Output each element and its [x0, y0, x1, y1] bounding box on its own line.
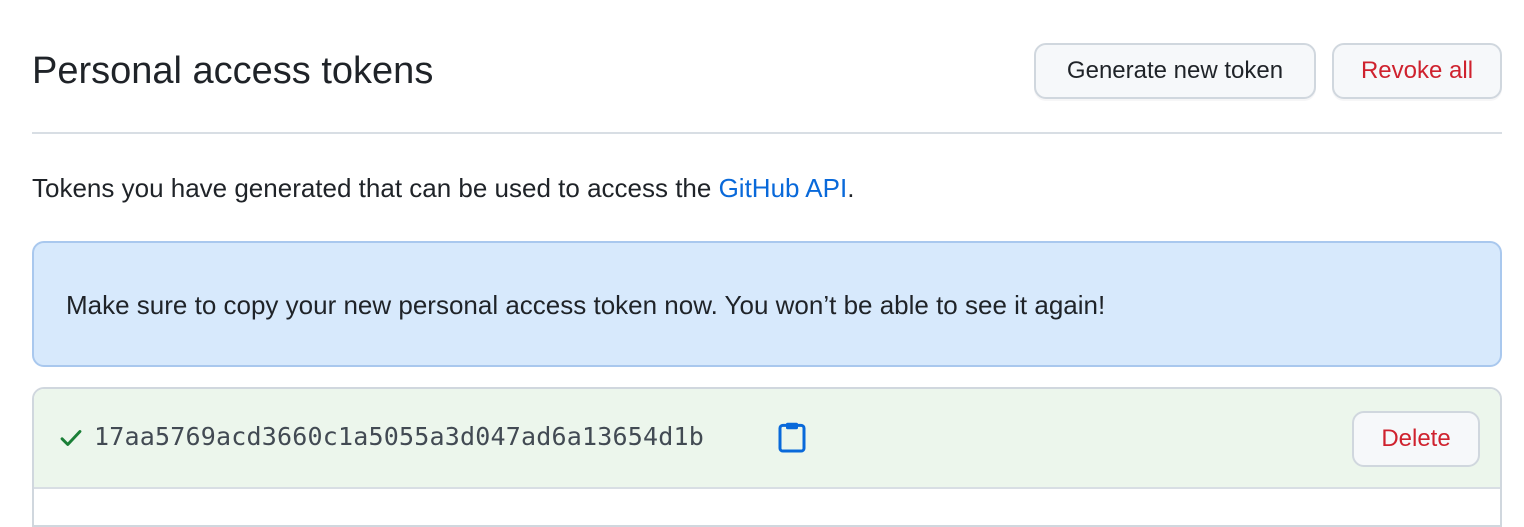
- token-row: 17aa5769acd3660c1a5055a3d047ad6a13654d1b…: [34, 389, 1500, 489]
- page-title: Personal access tokens: [32, 50, 434, 92]
- token-value: 17aa5769acd3660c1a5055a3d047ad6a13654d1b: [94, 422, 705, 451]
- revoke-all-button[interactable]: Revoke all: [1332, 43, 1502, 99]
- description-suffix: .: [847, 173, 855, 203]
- flash-message: Make sure to copy your new personal acce…: [66, 290, 1106, 320]
- delete-token-button[interactable]: Delete: [1352, 411, 1480, 467]
- tokens-description: Tokens you have generated that can be us…: [32, 170, 854, 206]
- flash-notice: Make sure to copy your new personal acce…: [32, 241, 1502, 367]
- generate-new-token-button[interactable]: Generate new token: [1034, 43, 1316, 99]
- github-api-link[interactable]: GitHub API: [719, 173, 848, 203]
- page-header: Personal access tokens Generate new toke…: [32, 0, 1502, 134]
- token-list: 17aa5769acd3660c1a5055a3d047ad6a13654d1b…: [32, 387, 1502, 527]
- description-text: Tokens you have generated that can be us…: [32, 173, 719, 203]
- check-icon: [60, 430, 82, 446]
- clipboard-icon[interactable]: [778, 421, 806, 453]
